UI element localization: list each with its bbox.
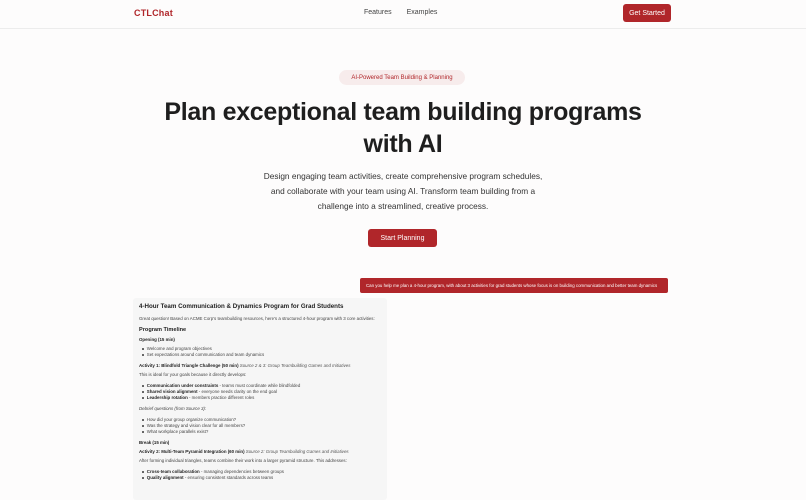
activity-1-label: Activity 1: Blindfold Triangle Challenge…	[139, 363, 351, 368]
bullet-icon	[142, 391, 144, 393]
activity-1-source: Source 2 & 3: Group Teambuilding Games a…	[239, 363, 351, 368]
bullet-icon	[142, 471, 144, 473]
start-planning-button[interactable]: Start Planning	[368, 229, 437, 247]
debrief-list: How did your group organize communicatio…	[139, 417, 381, 435]
list-item: Quality alignment - ensuring consistent …	[142, 475, 381, 481]
bullet-icon	[142, 477, 144, 479]
ai-response-title: 4-Hour Team Communication & Dynamics Pro…	[139, 303, 344, 310]
top-nav: CTLChat Features Examples Get Started	[0, 0, 806, 29]
ai-response-card: 4-Hour Team Communication & Dynamics Pro…	[133, 298, 387, 500]
hero-badge: AI-Powered Team Building & Planning	[339, 70, 465, 85]
bullet-icon	[142, 348, 144, 350]
user-message-bubble: Can you help me plan a 4-hour program, w…	[360, 278, 668, 293]
hero-subtitle-line-2: and collaborate with your team using AI.…	[270, 186, 536, 196]
activity-2-note: After forming individual triangles, team…	[139, 458, 347, 463]
nav-link-examples[interactable]: Examples	[407, 9, 438, 16]
program-timeline-heading: Program Timeline	[139, 327, 187, 333]
bullet-icon	[142, 385, 144, 387]
hero-title: Plan exceptional team building programs …	[140, 96, 666, 160]
opening-list: Welcome and program objectives Set expec…	[139, 346, 381, 358]
debrief-label: Debrief questions (from Source 3):	[139, 406, 207, 411]
hero-subtitle-line-3: challenge into a streamlined, creative p…	[317, 201, 489, 211]
bullet-icon	[142, 431, 144, 433]
activity-2-source: Source 2: Group Teambuilding Games and I…	[245, 449, 349, 454]
get-started-button[interactable]: Get Started	[623, 4, 671, 22]
hero-subtitle: Design engaging team activities, create …	[250, 169, 556, 214]
hero-title-line-1: Plan exceptional team building programs	[164, 98, 642, 126]
break-label: Break (15 min)	[139, 440, 170, 445]
bullet-icon	[142, 354, 144, 356]
activity-2-label: Activity 2: Multi-Team Pyramid Integrati…	[139, 449, 349, 454]
nav-link-features[interactable]: Features	[364, 9, 392, 16]
bullet-icon	[142, 397, 144, 399]
hero-subtitle-line-1: Design engaging team activities, create …	[263, 171, 543, 181]
activity-1-list: Communication under constraints - teams …	[139, 383, 381, 401]
list-item: Leadership rotation - members practice d…	[142, 395, 381, 401]
activity-1-note: This is ideal for your goals because it …	[139, 372, 247, 377]
nav-links: Features Examples	[364, 9, 437, 16]
brand-logo[interactable]: CTLChat	[134, 8, 173, 18]
activity-2-list: Cross-team collaboration - managing depe…	[139, 469, 381, 481]
hero-title-line-2: with AI	[363, 130, 443, 158]
opening-label: Opening (15 min)	[139, 337, 175, 342]
list-item: What workplace parallels exist?	[142, 429, 381, 435]
ai-response-intro: Great question! Based on ACME Corp's tea…	[139, 316, 375, 321]
bullet-icon	[142, 419, 144, 421]
list-item: Set expectations around communication an…	[142, 352, 381, 358]
bullet-icon	[142, 425, 144, 427]
